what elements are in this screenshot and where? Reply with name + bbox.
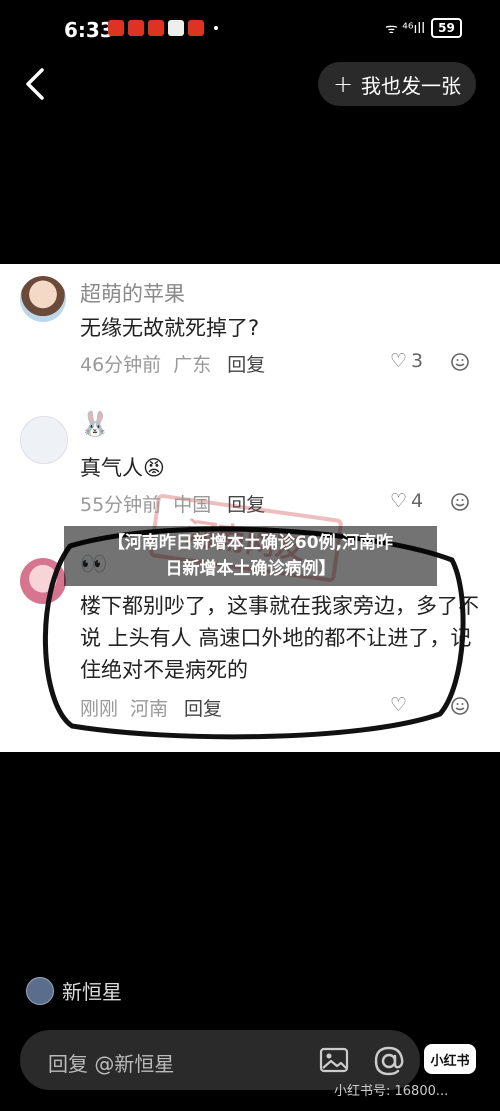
notification-icon	[188, 20, 204, 36]
battery-icon: 59	[431, 18, 462, 38]
hand-drawn-circle	[42, 526, 466, 740]
mention-icon[interactable]	[372, 1044, 406, 1078]
plus-icon: +	[332, 70, 354, 98]
status-notification-icons	[108, 20, 204, 36]
news-headline-overlay: 【河南昨日新增本土确诊60例,河南昨 日新增本土确诊病例】	[64, 526, 437, 586]
notification-icon	[108, 20, 124, 36]
xiaohongshu-logo: 小红书	[424, 1044, 476, 1074]
notification-dot	[214, 26, 218, 30]
headline-line-2: 日新增本土确诊病例】	[165, 559, 336, 579]
post-button[interactable]: + 我也发一张	[318, 62, 476, 106]
post-button-label: 我也发一张	[361, 73, 462, 98]
watermark-text: 小红书号: 16800...	[334, 1084, 449, 1099]
reply-input-placeholder[interactable]: 回复 @新恒星	[48, 1048, 174, 1077]
signal-icon: ᯤ ⁴⁶ıll	[385, 20, 426, 37]
notification-icon	[128, 20, 144, 36]
back-button[interactable]	[22, 66, 52, 102]
author-name[interactable]: 新恒星	[62, 976, 122, 1005]
chevron-left-icon	[26, 68, 44, 100]
image-icon[interactable]	[318, 1044, 350, 1076]
comment-screenshot: 河南网友 超萌的苹果 无缘无故就死掉了? 46分钟前 广东 回复 ♡ 3 🐰 真…	[0, 264, 500, 752]
notification-icon	[148, 20, 164, 36]
status-indicators: ᯤ ⁴⁶ıll 59	[385, 18, 462, 38]
author-row[interactable]: 新恒星	[26, 976, 122, 1005]
headline-line-1: 【河南昨日新增本土确诊60例,河南昨	[107, 533, 394, 553]
notification-icon	[168, 20, 184, 36]
status-time: 6:33	[64, 18, 114, 42]
avatar[interactable]	[26, 976, 54, 1005]
